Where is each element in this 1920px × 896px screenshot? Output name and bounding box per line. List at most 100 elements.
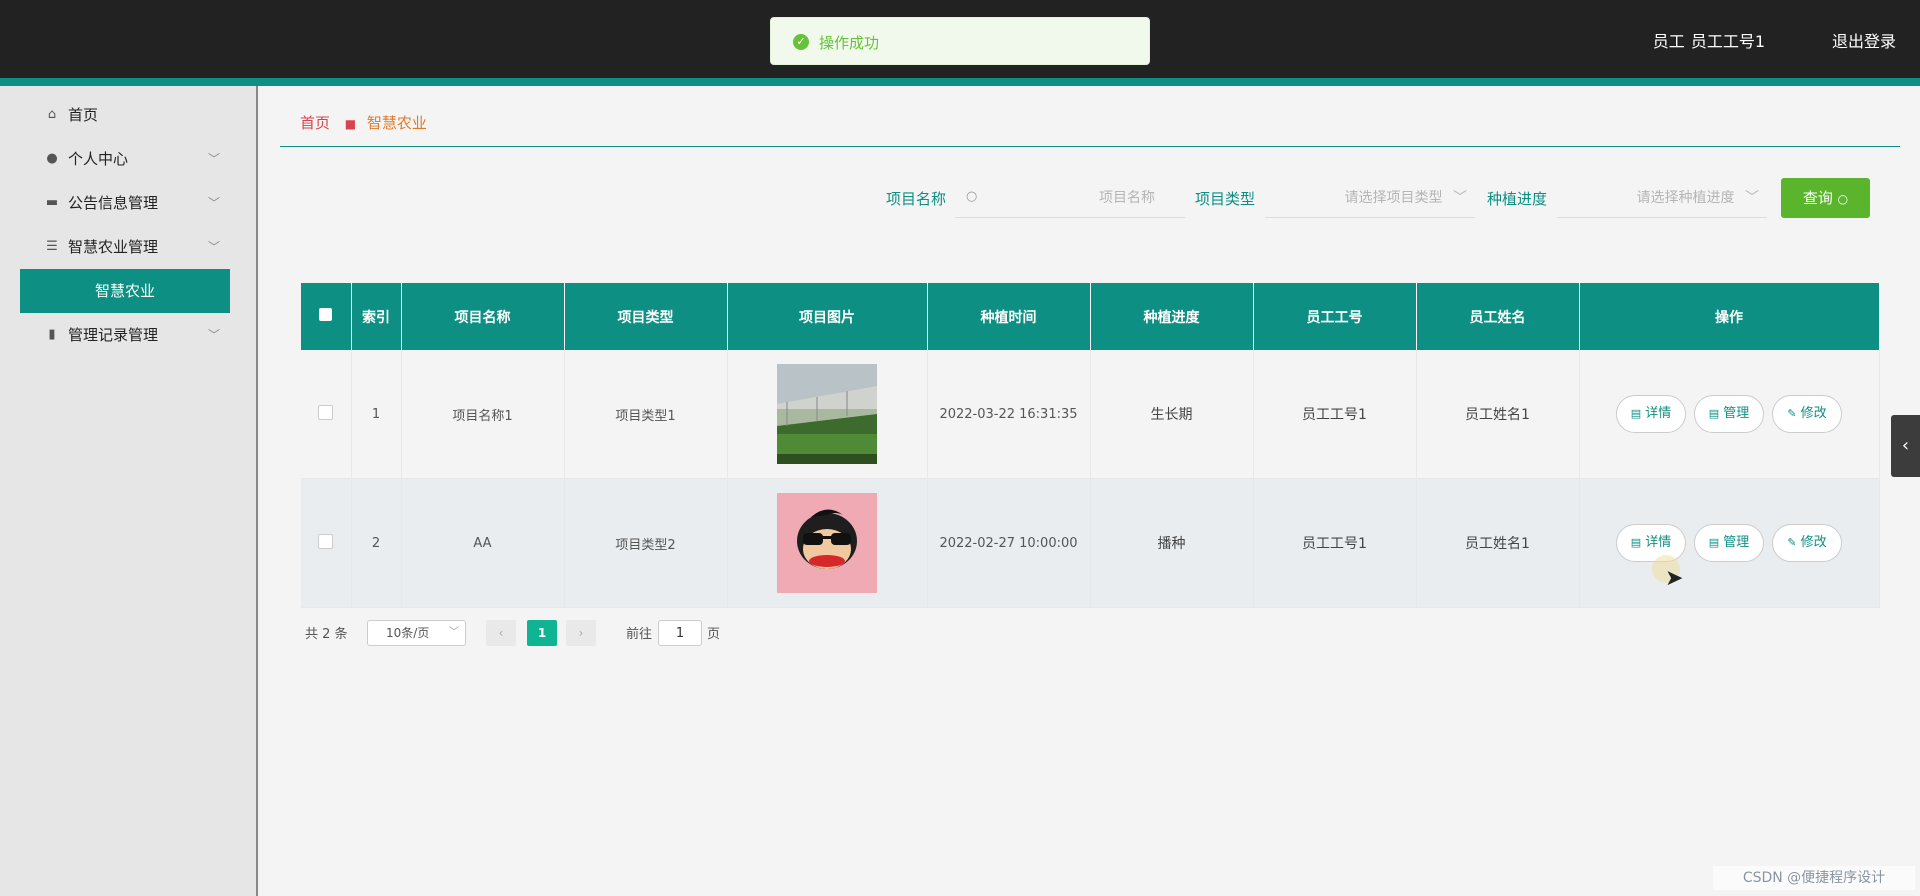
next-page-button[interactable]: › (566, 620, 596, 646)
row-select-cell[interactable] (301, 478, 352, 608)
pagination-total: 共 2 条 (305, 627, 348, 642)
ticket-icon: ▬ (45, 195, 59, 210)
list-icon: ☰ (46, 239, 58, 254)
chevron-right-icon: › (578, 626, 584, 640)
time-cell: 2022-02-27 10:00:00 (927, 478, 1091, 608)
sidebar-item-label: 首页 (68, 106, 99, 124)
sidebar: ⌂ 首页 ● 个人中心 ﹀ ▬ 公告信息管理 ﹀ ☰ 智慧农业管理 ﹀ 智慧农业… (0, 86, 258, 896)
column-header: 项目类型 (564, 283, 728, 350)
column-header: 操作 (1579, 283, 1880, 350)
logout-button[interactable]: 退出登录 (1832, 28, 1896, 52)
sidebar-item-home[interactable]: ⌂ 首页 (0, 93, 256, 137)
goto-unit: 页 (707, 627, 721, 642)
planting-progress-select[interactable]: 请选择种植进度 ﹀ (1557, 178, 1767, 218)
actions-cell: ▤ 详情 ▤ 管理 ✎ 修改 (1579, 478, 1880, 608)
prev-page-button[interactable]: ‹ (486, 620, 516, 646)
staff-id-cell: 员工工号1 (1253, 350, 1417, 479)
user-info: 员工 员工工号1 (1647, 28, 1765, 52)
chevron-left-icon: ‹ (1901, 435, 1910, 456)
panel-toggle-button[interactable]: ‹ (1891, 415, 1920, 477)
name-cell: AA (401, 478, 565, 608)
chart-icon: ▮ (48, 327, 56, 342)
sidebar-item-personal-center[interactable]: ● 个人中心 ﹀ (0, 137, 256, 181)
filter-progress-label: 种植进度 (1487, 190, 1548, 208)
toast-message: 操作成功 (819, 34, 880, 52)
index-cell: 1 (351, 350, 402, 479)
detail-label: 详情 (1645, 406, 1672, 421)
type-cell: 项目类型1 (564, 350, 728, 479)
project-type-select[interactable]: 请选择项目类型 ﹀ (1265, 178, 1475, 218)
page-size-select[interactable]: 10条/页 ﹀ (367, 620, 466, 646)
name-cell: 项目名称1 (401, 350, 565, 479)
pencil-icon: ✎ (1787, 536, 1797, 549)
edit-label: 修改 (1800, 535, 1827, 550)
project-name-input[interactable] (955, 178, 1185, 218)
staff-id-cell: 员工工号1 (1253, 478, 1417, 608)
column-header: 索引 (351, 283, 402, 350)
edit-button[interactable]: ✎ 修改 (1772, 524, 1842, 562)
header-accent-stripe (0, 78, 1920, 86)
filter-name-label: 项目名称 (886, 190, 947, 208)
monkey-avatar-image[interactable] (777, 493, 877, 593)
table-row: 2 AA 项目类型2 2022-02-27 10:00:00 播种 员工工号1 … (301, 478, 1880, 608)
user-icon: ● (46, 151, 58, 166)
image-cell (727, 478, 928, 608)
goto-page-input[interactable] (658, 620, 702, 646)
chevron-down-icon: ﹀ (208, 152, 221, 166)
page-size-value: 10条/页 (386, 626, 430, 640)
row-checkbox[interactable] (318, 404, 334, 420)
data-table: 索引 项目名称 项目类型 项目图片 种植时间 种植进度 员工工号 员工姓名 操作… (301, 283, 1880, 608)
edit-button[interactable]: ✎ 修改 (1772, 395, 1842, 433)
chevron-down-icon: ﹀ (208, 196, 221, 210)
query-button-label: 查询 (1802, 189, 1833, 207)
progress-cell: 播种 (1090, 478, 1254, 608)
sidebar-item-label: 智慧农业管理 (68, 238, 159, 256)
filter-type-label: 项目类型 (1195, 190, 1256, 208)
detail-button[interactable]: ▤ 详情 (1616, 395, 1686, 433)
select-all-checkbox[interactable] (319, 308, 333, 321)
sidebar-subitem-smart-agriculture[interactable]: 智慧农业 (20, 269, 230, 313)
breadcrumb-home[interactable]: 首页 (300, 114, 330, 132)
manage-button[interactable]: ▤ 管理 (1694, 524, 1764, 562)
detail-button[interactable]: ▤ 详情 (1616, 524, 1686, 562)
index-cell: 2 (351, 478, 402, 608)
home-icon: ⌂ (47, 107, 57, 122)
time-cell: 2022-03-22 16:31:35 (927, 350, 1091, 479)
sidebar-item-smart-agriculture[interactable]: ☰ 智慧农业管理 ﹀ (0, 225, 256, 269)
pencil-icon: ✎ (1787, 407, 1797, 420)
actions-cell: ▤ 详情 ▤ 管理 ✎ 修改 (1579, 350, 1880, 479)
document-icon: ▤ (1630, 536, 1642, 549)
progress-cell: 生长期 (1090, 350, 1254, 479)
sidebar-item-label: 个人中心 (68, 150, 129, 168)
column-header: 种植进度 (1090, 283, 1254, 350)
manage-label: 管理 (1723, 535, 1750, 550)
table-row: 1 项目名称1 项目类型1 2022-03-22 16:31:35 生长期 员工… (301, 350, 1880, 479)
chevron-down-icon: ﹀ (449, 627, 459, 638)
check-circle-icon: ✓ (793, 34, 809, 50)
row-select-cell[interactable] (301, 350, 352, 479)
page-number-button[interactable]: 1 (527, 620, 557, 646)
sidebar-item-label: 管理记录管理 (68, 326, 159, 344)
planting-progress-placeholder: 请选择种植进度 (1636, 190, 1735, 206)
query-button[interactable]: 查询 ○ (1781, 178, 1870, 218)
goto-label: 前往 (626, 627, 653, 642)
detail-label: 详情 (1645, 535, 1672, 550)
search-icon: ○ (1837, 192, 1849, 206)
chevron-down-icon: ﹀ (1453, 190, 1467, 206)
sidebar-item-announcements[interactable]: ▬ 公告信息管理 ﹀ (0, 181, 256, 225)
column-header: 员工工号 (1253, 283, 1417, 350)
chevron-down-icon: ﹀ (208, 328, 221, 342)
manage-button[interactable]: ▤ 管理 (1694, 395, 1764, 433)
breadcrumb-divider (280, 146, 1900, 147)
document-icon: ▤ (1708, 407, 1720, 420)
image-cell (727, 350, 928, 479)
sidebar-item-records[interactable]: ▮ 管理记录管理 ﹀ (0, 313, 256, 357)
basket-icon: ■ (344, 117, 357, 131)
watermark: CSDN @便捷程序设计 (1713, 866, 1915, 890)
greenhouse-image[interactable] (777, 364, 877, 464)
edit-label: 修改 (1800, 406, 1827, 421)
user-role: 员工 (1652, 32, 1685, 51)
column-header: 员工姓名 (1416, 283, 1580, 350)
select-all-cell[interactable] (301, 283, 352, 350)
row-checkbox[interactable] (318, 533, 334, 549)
